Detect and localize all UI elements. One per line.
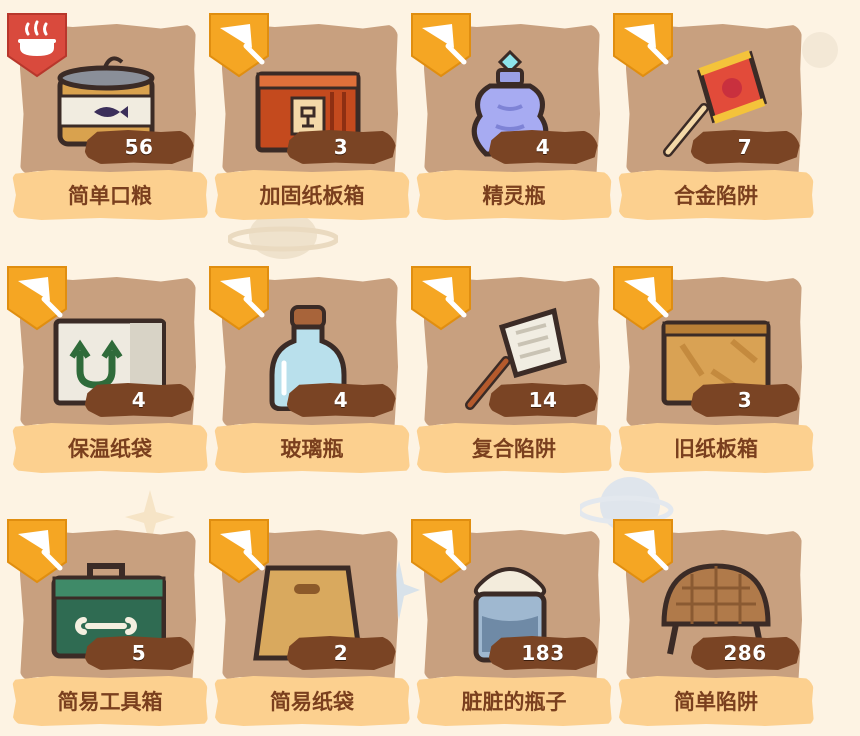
item-count: 5 bbox=[84, 636, 194, 670]
inventory-card[interactable]: 7 合金陷阱 bbox=[612, 10, 814, 230]
item-name: 复合陷阱 bbox=[416, 423, 612, 473]
inventory-card[interactable]: 183 脏脏的瓶子 bbox=[410, 516, 612, 736]
inventory-card[interactable]: 4 玻璃瓶 bbox=[208, 263, 410, 483]
item-count: 4 bbox=[84, 383, 194, 417]
item-name: 简单口粮 bbox=[12, 170, 208, 220]
inventory-card[interactable]: 3 旧纸板箱 bbox=[612, 263, 814, 483]
item-name: 旧纸板箱 bbox=[618, 423, 814, 473]
item-count: 3 bbox=[690, 383, 800, 417]
item-name: 保温纸袋 bbox=[12, 423, 208, 473]
item-name: 精灵瓶 bbox=[416, 170, 612, 220]
item-count: 183 bbox=[488, 636, 598, 670]
item-name: 简易纸袋 bbox=[214, 676, 410, 726]
item-name: 简单陷阱 bbox=[618, 676, 814, 726]
item-name: 脏脏的瓶子 bbox=[416, 676, 612, 726]
item-count: 286 bbox=[690, 636, 800, 670]
inventory-card[interactable]: 286 简单陷阱 bbox=[612, 516, 814, 736]
item-name: 合金陷阱 bbox=[618, 170, 814, 220]
inventory-card[interactable]: 2 简易纸袋 bbox=[208, 516, 410, 736]
item-name: 简易工具箱 bbox=[12, 676, 208, 726]
item-count: 2 bbox=[286, 636, 396, 670]
inventory-card[interactable]: 5 简易工具箱 bbox=[6, 516, 208, 736]
inventory-card[interactable]: 4 精灵瓶 bbox=[410, 10, 612, 230]
item-count: 14 bbox=[488, 383, 598, 417]
inventory-card[interactable]: 14 复合陷阱 bbox=[410, 263, 612, 483]
item-count: 3 bbox=[286, 130, 396, 164]
item-count: 4 bbox=[286, 383, 396, 417]
inventory-card[interactable]: 3 加固纸板箱 bbox=[208, 10, 410, 230]
item-name: 加固纸板箱 bbox=[214, 170, 410, 220]
item-count: 56 bbox=[84, 130, 194, 164]
inventory-card[interactable]: 56 简单口粮 bbox=[6, 10, 208, 230]
inventory-grid: 56 简单口粮 3 加固纸板箱 4 精灵瓶 7 合金陷阱 4 保温纸袋 4 玻璃… bbox=[0, 0, 860, 726]
item-count: 7 bbox=[690, 130, 800, 164]
inventory-card[interactable]: 4 保温纸袋 bbox=[6, 263, 208, 483]
item-name: 玻璃瓶 bbox=[214, 423, 410, 473]
item-count: 4 bbox=[488, 130, 598, 164]
